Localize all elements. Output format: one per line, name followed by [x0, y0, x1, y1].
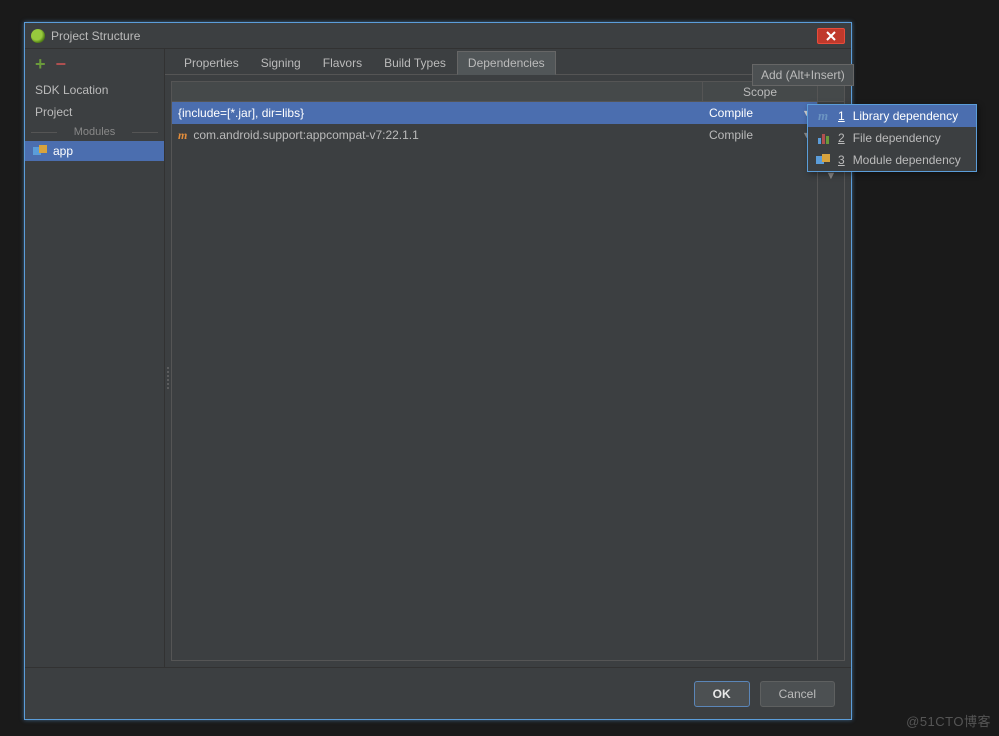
- dependency-row[interactable]: {include=[*.jar], dir=libs} Compile▼: [172, 102, 817, 124]
- ok-button[interactable]: OK: [694, 681, 750, 707]
- dependency-name: {include=[*.jar], dir=libs}: [178, 106, 304, 120]
- popup-label: Library dependency: [853, 109, 958, 123]
- module-item-app[interactable]: app: [25, 141, 164, 161]
- tabs: Properties Signing Flavors Build Types D…: [165, 49, 851, 75]
- window-title: Project Structure: [51, 29, 140, 43]
- dependency-scope[interactable]: Compile: [709, 128, 753, 142]
- tab-signing[interactable]: Signing: [250, 51, 312, 74]
- tab-flavors[interactable]: Flavors: [312, 51, 373, 74]
- tab-properties[interactable]: Properties: [173, 51, 250, 74]
- dependency-area: Scope {include=[*.jar], dir=libs} Compil…: [171, 81, 845, 661]
- popup-item-module-dependency[interactable]: 3 Module dependency: [808, 149, 976, 171]
- splitter-grip[interactable]: [165, 363, 171, 393]
- module-label: app: [53, 144, 73, 158]
- sidebar-item-sdk-location[interactable]: SDK Location: [25, 79, 164, 101]
- popup-item-file-dependency[interactable]: 2 File dependency: [808, 127, 976, 149]
- popup-shortcut: 1: [838, 109, 845, 123]
- add-module-button[interactable]: +: [35, 55, 46, 73]
- col-name-header: [172, 82, 703, 101]
- popup-shortcut: 2: [838, 131, 845, 145]
- left-pane: + − SDK Location Project Modules app: [25, 49, 165, 667]
- file-bars-icon: [816, 132, 830, 144]
- dependency-name: com.android.support:appcompat-v7:22.1.1: [193, 128, 418, 142]
- dialog-footer: OK Cancel: [25, 667, 851, 719]
- tab-build-types[interactable]: Build Types: [373, 51, 457, 74]
- module-icon: [33, 145, 47, 157]
- popup-item-library-dependency[interactable]: m 1 Library dependency: [808, 105, 976, 127]
- remove-module-button[interactable]: −: [56, 55, 67, 73]
- add-dependency-popup: m 1 Library dependency 2 File dependency…: [807, 104, 977, 172]
- dependency-scope[interactable]: Compile: [709, 106, 753, 120]
- module-toolstrip: + −: [25, 49, 164, 79]
- dependency-list: {include=[*.jar], dir=libs} Compile▼ mco…: [172, 102, 818, 660]
- maven-icon: m: [178, 128, 187, 143]
- add-tooltip: Add (Alt+Insert): [752, 64, 854, 86]
- sidebar-item-project[interactable]: Project: [25, 101, 164, 123]
- dependency-tools: + − ▲ ▼: [818, 102, 844, 660]
- tab-dependencies[interactable]: Dependencies: [457, 51, 556, 75]
- modules-divider: Modules: [25, 123, 164, 141]
- right-pane: Properties Signing Flavors Build Types D…: [165, 49, 851, 667]
- titlebar[interactable]: Project Structure: [25, 23, 851, 49]
- module-icon: [816, 154, 830, 166]
- popup-label: Module dependency: [853, 153, 961, 167]
- popup-label: File dependency: [853, 131, 941, 145]
- popup-shortcut: 3: [838, 153, 845, 167]
- project-structure-dialog: Project Structure + − SDK Location Proje…: [24, 22, 852, 720]
- android-studio-icon: [31, 29, 45, 43]
- dependency-row[interactable]: m com.android.support:appcompat-v7:22.1.1…: [172, 124, 817, 146]
- cancel-button[interactable]: Cancel: [760, 681, 835, 707]
- close-button[interactable]: [817, 28, 845, 44]
- maven-icon: m: [816, 110, 830, 122]
- watermark: @51CTO博客: [906, 711, 991, 730]
